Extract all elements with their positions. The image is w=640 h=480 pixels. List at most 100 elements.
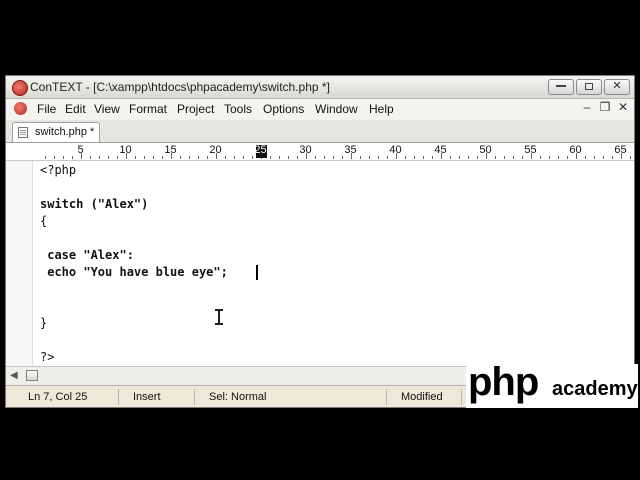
ruler-tick bbox=[143, 156, 145, 159]
code-editor[interactable]: <?php switch ("Alex") { case "Alex": ech… bbox=[6, 161, 634, 366]
ruler-label: 35 bbox=[344, 144, 357, 156]
minimize-button[interactable] bbox=[548, 79, 574, 95]
ruler-tick bbox=[422, 156, 424, 159]
ruler-tick bbox=[278, 156, 280, 159]
ruler-tick bbox=[467, 156, 469, 159]
ruler-label: 25 bbox=[254, 144, 267, 156]
menu-project[interactable]: Project bbox=[177, 102, 214, 116]
code-line-3[interactable]: switch ("Alex") bbox=[40, 197, 148, 211]
title-bar[interactable]: ConTEXT - [C:\xampp\htdocs\phpacademy\sw… bbox=[6, 76, 634, 99]
maximize-button[interactable] bbox=[576, 79, 602, 95]
status-selection-mode: Sel: Normal bbox=[209, 391, 267, 403]
ruler-tick bbox=[386, 156, 388, 159]
ruler-tick bbox=[368, 156, 370, 159]
phpacademy-logo: php academy bbox=[466, 360, 638, 408]
ruler-tick bbox=[206, 156, 208, 159]
close-button[interactable]: ✕ bbox=[604, 79, 630, 95]
mdi-minimize-icon[interactable]: – bbox=[579, 100, 595, 114]
ruler-label: 45 bbox=[434, 144, 447, 156]
ruler-tick bbox=[611, 156, 613, 159]
close-icon: ✕ bbox=[612, 80, 622, 92]
menu-edit[interactable]: Edit bbox=[65, 102, 86, 116]
ruler-label: 65 bbox=[614, 144, 627, 156]
ruler-tick bbox=[161, 156, 163, 159]
ruler-tick bbox=[233, 156, 235, 159]
ruler-tick bbox=[341, 156, 343, 159]
column-ruler: 5 10 15 20 25 30 35 40 45 50 55 60 65 bbox=[6, 143, 634, 161]
ruler-tick bbox=[602, 156, 604, 159]
ruler-label: 30 bbox=[299, 144, 312, 156]
ibeam-cursor-icon bbox=[215, 309, 223, 325]
ruler-tick bbox=[458, 156, 460, 159]
ruler-tick bbox=[116, 156, 118, 159]
status-separator bbox=[118, 389, 119, 405]
tab-switch-php[interactable]: switch.php * bbox=[12, 122, 100, 142]
ruler-tick bbox=[593, 156, 595, 159]
ruler-tick bbox=[44, 156, 46, 159]
status-modified: Modified bbox=[401, 391, 443, 403]
editor-window: ConTEXT - [C:\xampp\htdocs\phpacademy\sw… bbox=[5, 75, 635, 408]
ruler-tick bbox=[62, 156, 64, 159]
scrollbar-thumb[interactable] bbox=[26, 370, 38, 381]
ruler-tick bbox=[296, 156, 298, 159]
ruler-tick bbox=[242, 156, 244, 159]
ruler-tick bbox=[89, 156, 91, 159]
ruler-tick bbox=[179, 156, 181, 159]
ruler-label: 55 bbox=[524, 144, 537, 156]
menu-bar: File Edit View Format Project Tools Opti… bbox=[6, 99, 634, 120]
menu-help[interactable]: Help bbox=[369, 102, 394, 116]
ruler-tick bbox=[404, 156, 406, 159]
ruler-tick bbox=[476, 156, 478, 159]
ruler-tick bbox=[152, 156, 154, 159]
code-line-7[interactable]: echo "You have blue eye"; bbox=[40, 265, 228, 279]
ruler-label: 5 bbox=[77, 144, 84, 156]
ruler-label: 15 bbox=[164, 144, 177, 156]
code-line-4[interactable]: { bbox=[40, 214, 47, 228]
ruler-tick bbox=[629, 156, 631, 159]
ruler-tick bbox=[359, 156, 361, 159]
code-line-12[interactable]: ?> bbox=[40, 350, 54, 364]
ruler-tick bbox=[539, 156, 541, 159]
ruler-tick bbox=[431, 156, 433, 159]
ruler-tick bbox=[566, 156, 568, 159]
ruler-tick bbox=[548, 156, 550, 159]
editor-gutter bbox=[6, 161, 33, 366]
document-menu-icon[interactable] bbox=[14, 102, 27, 115]
code-line-6[interactable]: case "Alex": bbox=[40, 248, 134, 262]
ruler-tick bbox=[494, 156, 496, 159]
ruler-tick bbox=[53, 156, 55, 159]
ruler-tick bbox=[98, 156, 100, 159]
status-separator bbox=[461, 389, 462, 405]
window-title: ConTEXT - [C:\xampp\htdocs\phpacademy\sw… bbox=[30, 80, 330, 94]
ruler-tick bbox=[188, 156, 190, 159]
menu-file[interactable]: File bbox=[37, 102, 56, 116]
mdi-restore-icon[interactable]: ❐ bbox=[597, 100, 613, 114]
status-insert-mode: Insert bbox=[133, 391, 161, 403]
ruler-tick bbox=[512, 156, 514, 159]
status-separator bbox=[386, 389, 387, 405]
ruler-tick bbox=[251, 156, 253, 159]
ruler-tick bbox=[134, 156, 136, 159]
menu-window[interactable]: Window bbox=[315, 102, 358, 116]
menu-options[interactable]: Options bbox=[263, 102, 304, 116]
tab-label: switch.php * bbox=[35, 126, 95, 138]
scroll-left-arrow-icon[interactable]: ◀ bbox=[10, 370, 18, 381]
ruler-label: 40 bbox=[389, 144, 402, 156]
ruler-tick bbox=[557, 156, 559, 159]
code-line-1[interactable]: <?php bbox=[40, 163, 76, 177]
menu-format[interactable]: Format bbox=[129, 102, 167, 116]
context-app-icon[interactable] bbox=[12, 80, 28, 96]
mdi-close-icon[interactable]: ✕ bbox=[615, 100, 631, 114]
ruler-tick bbox=[413, 156, 415, 159]
menu-tools[interactable]: Tools bbox=[224, 102, 252, 116]
menu-view[interactable]: View bbox=[94, 102, 120, 116]
ruler-tick bbox=[314, 156, 316, 159]
ruler-tick bbox=[71, 156, 73, 159]
minimize-icon bbox=[556, 85, 566, 87]
ruler-tick bbox=[584, 156, 586, 159]
ruler-label: 20 bbox=[209, 144, 222, 156]
status-separator bbox=[194, 389, 195, 405]
document-icon bbox=[18, 127, 28, 138]
code-line-10[interactable]: } bbox=[40, 316, 47, 330]
ruler-tick bbox=[449, 156, 451, 159]
